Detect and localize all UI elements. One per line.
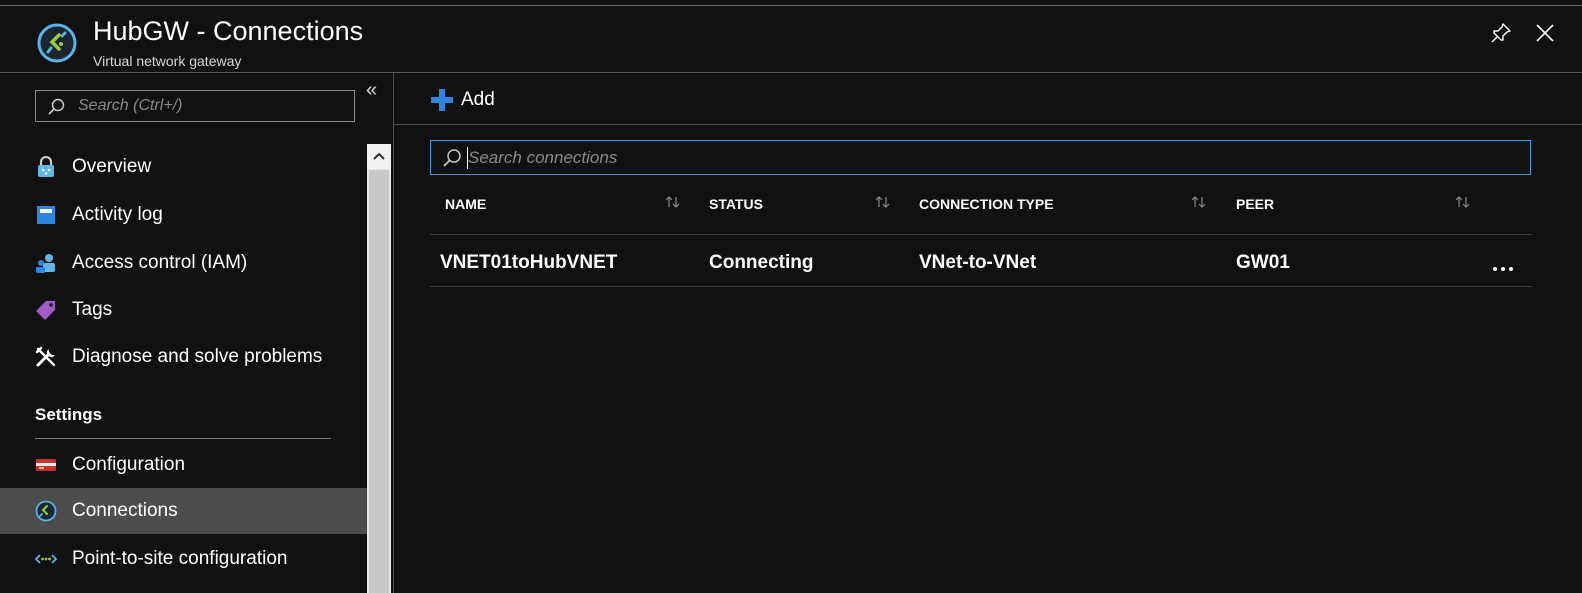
scrollbar-thumb[interactable] (369, 170, 389, 593)
toolbar-divider (394, 124, 1582, 125)
sidebar-item-tags[interactable]: Tags (0, 287, 367, 333)
collapse-sidebar-icon[interactable]: « (366, 80, 384, 101)
table-row-divider (430, 286, 1532, 287)
access-control-icon (36, 254, 55, 273)
column-header-status[interactable]: STATUS (709, 196, 763, 212)
wrench-icon (35, 346, 56, 367)
sort-icon[interactable] (664, 194, 682, 210)
cell-status: Connecting (709, 252, 814, 273)
sidebar-item-label: Point-to-site configuration (72, 548, 288, 569)
sort-icon[interactable] (1190, 194, 1208, 210)
sort-icon[interactable] (874, 194, 892, 210)
column-header-connection-type[interactable]: CONNECTION TYPE (919, 196, 1054, 212)
sidebar-item-label: Connections (72, 500, 178, 521)
add-button-label: Add (461, 89, 495, 110)
tag-icon (36, 301, 55, 320)
scroll-up-button[interactable] (367, 144, 391, 169)
sidebar-item-label: Tags (72, 299, 113, 320)
connections-search-input[interactable] (468, 146, 1518, 170)
column-header-peer[interactable]: PEER (1236, 196, 1274, 212)
sidebar-item-label: Diagnose and solve problems (72, 346, 323, 367)
gateway-icon (37, 23, 77, 63)
section-divider (35, 438, 331, 439)
overview-icon (38, 156, 54, 177)
sidebar-search[interactable] (35, 90, 355, 122)
settings-section-heading: Settings (35, 405, 103, 424)
cell-connection-type: VNet-to-VNet (919, 252, 1037, 273)
sidebar-item-label: Overview (72, 156, 152, 177)
blade-header: HubGW - Connections Virtual network gate… (0, 6, 1582, 73)
activity-log-icon (37, 206, 55, 224)
point-to-site-icon (35, 554, 57, 564)
configuration-icon (36, 459, 56, 471)
sidebar-item-diagnose[interactable]: Diagnose and solve problems (0, 334, 367, 380)
page-subtitle: Virtual network gateway (93, 53, 242, 69)
sidebar-item-activity-log[interactable]: Activity log (0, 192, 367, 238)
search-icon (48, 98, 65, 115)
sidebar-item-point-to-site[interactable]: Point-to-site configuration (0, 536, 367, 582)
pin-icon[interactable] (1489, 21, 1513, 45)
column-header-name[interactable]: NAME (445, 196, 486, 212)
gateway-icon (35, 500, 57, 522)
table-header-divider (430, 234, 1532, 235)
chevron-up-icon (373, 152, 385, 160)
sidebar-item-connections[interactable]: Connections (0, 488, 367, 534)
sidebar-item-label: Activity log (72, 204, 163, 225)
connections-search[interactable] (430, 140, 1531, 175)
more-options-icon[interactable] (1489, 256, 1517, 276)
sidebar-item-overview[interactable]: Overview (0, 144, 367, 190)
page-title: HubGW - Connections (93, 16, 364, 46)
sidebar-item-label: Access control (IAM) (72, 252, 248, 273)
search-icon (443, 149, 461, 167)
close-icon[interactable] (1533, 21, 1557, 45)
cell-peer: GW01 (1236, 252, 1290, 273)
sort-icon[interactable] (1454, 194, 1472, 210)
sidebar-item-access-control[interactable]: Access control (IAM) (0, 240, 367, 286)
sidebar-item-label: Configuration (72, 454, 186, 475)
cell-name[interactable]: VNET01toHubVNET (440, 252, 617, 274)
sidebar-divider (393, 73, 394, 593)
sidebar-item-configuration[interactable]: Configuration (0, 442, 367, 488)
sidebar-search-input[interactable] (78, 95, 348, 117)
plus-icon (431, 89, 453, 111)
